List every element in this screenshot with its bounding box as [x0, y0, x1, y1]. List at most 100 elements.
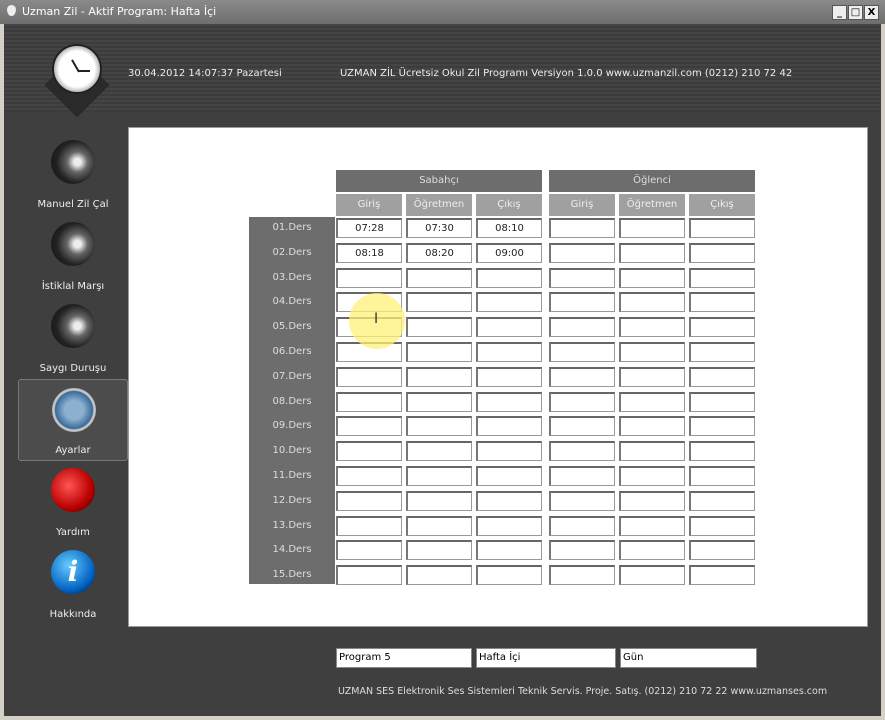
time-input[interactable]	[336, 267, 402, 288]
time-input[interactable]	[476, 416, 542, 437]
time-input[interactable]	[406, 490, 472, 511]
time-input[interactable]	[689, 416, 755, 437]
time-input[interactable]	[619, 292, 685, 313]
time-input[interactable]	[476, 317, 542, 338]
time-input[interactable]	[619, 267, 685, 288]
time-input[interactable]	[549, 342, 615, 362]
time-input[interactable]	[406, 267, 472, 288]
time-input[interactable]	[549, 292, 615, 313]
time-input[interactable]: 08:10	[476, 218, 542, 238]
minimize-button[interactable]: _	[832, 5, 847, 20]
time-input[interactable]	[336, 540, 402, 561]
time-input[interactable]	[549, 366, 615, 387]
time-input[interactable]	[549, 391, 615, 412]
maximize-button[interactable]: □	[848, 5, 863, 20]
time-input[interactable]	[549, 218, 615, 238]
time-input[interactable]	[406, 391, 472, 412]
time-input[interactable]	[689, 441, 755, 462]
time-input[interactable]	[619, 391, 685, 412]
time-input[interactable]	[689, 366, 755, 387]
time-input[interactable]	[689, 342, 755, 362]
sidebar-item-0[interactable]: Manuel Zil Çal	[18, 132, 128, 214]
time-input[interactable]	[406, 565, 472, 586]
time-input[interactable]	[406, 466, 472, 486]
time-input[interactable]	[619, 466, 685, 486]
time-input[interactable]: 08:20	[406, 242, 472, 263]
time-input[interactable]	[549, 242, 615, 263]
time-input[interactable]	[619, 218, 685, 238]
time-input[interactable]: 08:18	[336, 242, 402, 263]
time-input[interactable]	[689, 267, 755, 288]
sidebar-item-1[interactable]: İstiklal Marşı	[18, 214, 128, 296]
time-input[interactable]	[689, 317, 755, 338]
time-input[interactable]	[689, 515, 755, 536]
time-input[interactable]	[336, 391, 402, 412]
sidebar-item-4[interactable]: Yardım	[18, 460, 128, 542]
time-input[interactable]	[406, 540, 472, 561]
time-input[interactable]	[689, 565, 755, 586]
time-input[interactable]	[689, 242, 755, 263]
time-input[interactable]	[549, 515, 615, 536]
time-input[interactable]	[689, 391, 755, 412]
time-input[interactable]	[406, 416, 472, 437]
time-input[interactable]	[476, 466, 542, 486]
time-input[interactable]	[619, 416, 685, 437]
time-input[interactable]	[549, 317, 615, 338]
period-field[interactable]: Hafta İçi	[476, 648, 616, 668]
sidebar-item-3[interactable]: Ayarlar	[18, 379, 128, 461]
time-input[interactable]	[619, 242, 685, 263]
time-input[interactable]	[689, 466, 755, 486]
time-input[interactable]	[406, 292, 472, 313]
time-input[interactable]	[619, 366, 685, 387]
close-button[interactable]: X	[864, 5, 879, 20]
time-input[interactable]	[619, 317, 685, 338]
time-input[interactable]	[336, 441, 402, 462]
time-input[interactable]: 07:30	[406, 218, 472, 238]
time-input[interactable]	[406, 317, 472, 338]
time-input[interactable]	[336, 565, 402, 586]
time-input[interactable]	[619, 565, 685, 586]
time-input[interactable]	[336, 466, 402, 486]
time-input[interactable]	[549, 267, 615, 288]
time-input[interactable]	[549, 540, 615, 561]
program-field[interactable]: Program 5	[336, 648, 472, 668]
time-input[interactable]	[619, 342, 685, 362]
time-input[interactable]	[549, 441, 615, 462]
time-input[interactable]	[689, 218, 755, 238]
time-input[interactable]	[406, 366, 472, 387]
time-input[interactable]	[476, 515, 542, 536]
time-input[interactable]	[619, 540, 685, 561]
time-input[interactable]	[549, 416, 615, 437]
day-field[interactable]: Gün	[620, 648, 757, 668]
time-input[interactable]	[336, 490, 402, 511]
time-input[interactable]	[476, 342, 542, 362]
time-input[interactable]	[336, 515, 402, 536]
time-input[interactable]	[689, 292, 755, 313]
sidebar-item-5[interactable]: i Hakkında	[18, 542, 128, 624]
time-input[interactable]	[619, 490, 685, 511]
time-input[interactable]	[336, 416, 402, 437]
time-input[interactable]	[476, 441, 542, 462]
time-input[interactable]	[549, 466, 615, 486]
time-input[interactable]: 07:28	[336, 218, 402, 238]
time-input[interactable]	[406, 515, 472, 536]
time-input[interactable]	[619, 441, 685, 462]
time-input[interactable]	[476, 267, 542, 288]
time-input[interactable]	[689, 540, 755, 561]
time-input[interactable]	[476, 490, 542, 511]
time-input[interactable]	[619, 515, 685, 536]
time-input[interactable]	[549, 565, 615, 586]
time-input[interactable]	[406, 342, 472, 362]
time-input[interactable]	[406, 441, 472, 462]
time-input[interactable]	[476, 565, 542, 586]
time-input[interactable]	[476, 391, 542, 412]
time-input[interactable]: 09:00	[476, 242, 542, 263]
app-info: UZMAN ZİL Ücretsiz Okul Zil Programı Ver…	[340, 68, 793, 79]
sidebar-item-2[interactable]: Saygı Duruşu	[18, 296, 128, 378]
time-input[interactable]	[336, 366, 402, 387]
time-input[interactable]	[476, 292, 542, 313]
time-input[interactable]	[549, 490, 615, 511]
time-input[interactable]	[476, 366, 542, 387]
time-input[interactable]	[689, 490, 755, 511]
time-input[interactable]	[476, 540, 542, 561]
